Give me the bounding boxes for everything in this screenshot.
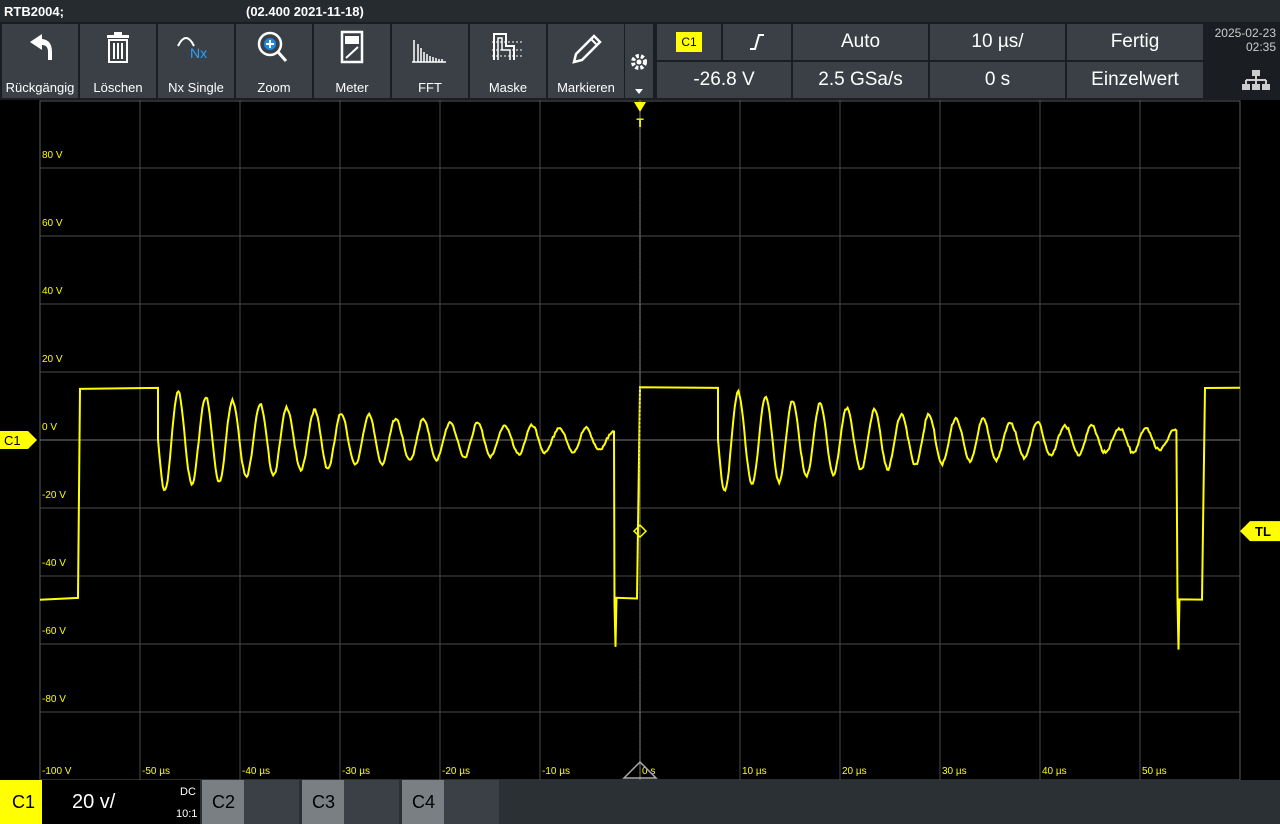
mark-button[interactable]: Markieren (548, 24, 624, 98)
y-tick-label: 20 V (42, 354, 63, 365)
waveform-plot[interactable]: 80 V 60 V 40 V 20 V 0 V -20 V -40 V -60 V -80 V -… (0, 100, 1280, 780)
x-tick-label: -30 µs (342, 766, 370, 777)
sample-rate[interactable]: 2.5 GSa/s (793, 62, 928, 98)
time-text: 02:35 (1245, 40, 1276, 54)
x-tick-label: -20 µs (442, 766, 470, 777)
channel-1-scale: 20 v/ (72, 791, 116, 813)
trigger-level[interactable]: -26.8 V (657, 62, 791, 98)
x-tick-label: -10 µs (542, 766, 570, 777)
pen-icon (572, 34, 602, 64)
zoom-label: Zoom (257, 80, 291, 95)
network-icon[interactable] (1242, 70, 1270, 90)
trigger-marker-label: T (636, 116, 644, 130)
trigger-mode[interactable]: Auto (793, 24, 928, 60)
undo-icon (30, 34, 52, 60)
y-tick-label: -100 V (42, 766, 72, 777)
nx-single-icon: Nx (177, 37, 207, 61)
channel-1-box[interactable]: C1 20 v/ DC 10:1 (0, 780, 200, 824)
y-tick-label: -80 V (42, 694, 66, 705)
x-tick-label: 30 µs (942, 766, 967, 777)
mark-label: Markieren (557, 80, 615, 95)
nx-single-label: Nx Single (168, 80, 224, 95)
timebase[interactable]: 10 µs/ (930, 24, 1065, 60)
x-tick-label: 40 µs (1042, 766, 1067, 777)
trash-icon (107, 32, 129, 63)
x-tick-label: -40 µs (242, 766, 270, 777)
fft-label: FFT (418, 80, 442, 95)
zoom-icon (257, 31, 288, 62)
date-text: 2025-02-23 (1214, 26, 1276, 40)
fft-button[interactable]: FFT (392, 24, 468, 98)
firmware-version: (02.400 2021-11-18) (246, 4, 364, 19)
meter-label: Meter (335, 80, 369, 95)
y-tick-label: 80 V (42, 150, 63, 161)
rising-edge-icon (750, 34, 764, 50)
title-bar: RTB2004; (02.400 2021-11-18) (0, 0, 1280, 22)
y-tick-label: -20 V (42, 490, 66, 501)
channel-1-coupling: DC (180, 786, 196, 798)
settings-button[interactable] (625, 24, 653, 98)
svg-text:Nx: Nx (190, 45, 207, 61)
undo-button[interactable]: Rückgängig (2, 24, 78, 98)
trigger-position-marker[interactable] (634, 102, 646, 112)
channel-4-name: C4 (412, 792, 436, 812)
x-tick-label: 50 µs (1142, 766, 1167, 777)
x-tick-label: 10 µs (742, 766, 767, 777)
mask-label: Maske (488, 80, 528, 95)
channel-1-name: C1 (12, 792, 36, 812)
acquisition-mode[interactable]: Einzelwert (1067, 62, 1203, 98)
delete-label: Löschen (93, 80, 143, 95)
datetime: 2025-02-23 02:35 (1205, 24, 1280, 98)
x-tick-label: -50 µs (142, 766, 170, 777)
fft-icon (412, 40, 446, 63)
channel-4-box[interactable]: C4 (402, 780, 499, 824)
y-tick-label: 60 V (42, 218, 63, 229)
nx-single-button[interactable]: Nx Nx Single (158, 24, 234, 98)
meter-icon (340, 30, 364, 64)
y-tick-label: 40 V (42, 286, 63, 297)
channel-1-offset-label: C1 (4, 433, 21, 448)
channel-2-name: C2 (212, 792, 236, 812)
gear-icon (631, 54, 647, 70)
trigger-slope-cell[interactable] (723, 24, 791, 60)
mask-button[interactable]: Maske (470, 24, 546, 98)
channel-3-box[interactable]: C3 (302, 780, 399, 824)
trigger-source-badge: C1 (676, 32, 702, 52)
x-tick-label: 20 µs (842, 766, 867, 777)
dropdown-arrow-icon (635, 89, 643, 94)
channel-2-box[interactable]: C2 (202, 780, 299, 824)
acquisition-status[interactable]: Fertig (1067, 24, 1203, 60)
trigger-level-label: TL (1255, 524, 1271, 539)
zoom-button[interactable]: Zoom (236, 24, 312, 98)
channel-3-name: C3 (312, 792, 336, 812)
y-tick-label: -40 V (42, 558, 66, 569)
undo-label: Rückgängig (5, 80, 75, 95)
y-tick-label: 0 V (42, 422, 57, 433)
horizontal-position[interactable]: 0 s (930, 62, 1065, 98)
mask-icon (492, 33, 522, 60)
y-tick-label: -60 V (42, 626, 66, 637)
channel-1-probe: 10:1 (176, 808, 198, 820)
device-name: RTB2004; (4, 4, 64, 19)
meter-button[interactable]: Meter (314, 24, 390, 98)
delete-button[interactable]: Löschen (80, 24, 156, 98)
